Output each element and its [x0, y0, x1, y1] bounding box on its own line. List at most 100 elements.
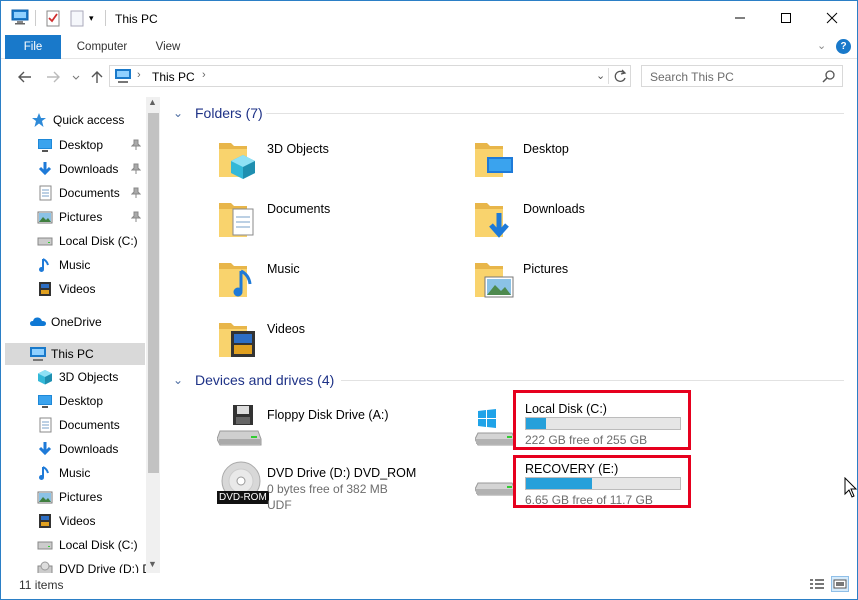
expand-ribbon-icon[interactable]: ⌄ [817, 39, 826, 52]
folder-tile-documents[interactable]: Documents [217, 197, 457, 253]
close-button[interactable] [809, 1, 855, 35]
drive-dvd-d[interactable]: DVD-ROM DVD Drive (D:) DVD_ROM 0 bytes f… [217, 461, 457, 517]
sidebar-item-label: Music [59, 466, 91, 480]
large-icons-view-icon[interactable] [831, 576, 849, 592]
sidebar-item-dvd-drive-d-d[interactable]: DVD Drive (D:) D [37, 558, 151, 573]
recent-locations-icon[interactable] [71, 69, 81, 85]
folder-tile-downloads[interactable]: Downloads [473, 197, 713, 253]
folder-tile-music[interactable]: Music [217, 257, 457, 313]
group-title: Folders (7) [195, 105, 263, 121]
dvd-rom-badge: DVD-ROM [217, 491, 269, 504]
minimize-button[interactable] [717, 1, 763, 35]
folder-documents-icon [217, 197, 261, 244]
explorer-window: ▾ This PC File Computer View ⌄ ? › This … [0, 0, 858, 600]
pin-icon[interactable] [130, 163, 142, 175]
breadcrumb-chevron-icon[interactable]: › [202, 69, 206, 81]
highlight-box [513, 390, 691, 450]
folder-tile-desktop[interactable]: Desktop [473, 137, 713, 193]
pin-icon[interactable] [130, 211, 142, 223]
folder-label: Documents [267, 202, 331, 216]
pin-icon[interactable] [130, 139, 142, 151]
folder-tile-pictures[interactable]: Pictures [473, 257, 713, 313]
sidebar-item-videos[interactable]: Videos [37, 510, 145, 532]
3d-objects-icon [37, 369, 53, 385]
music-icon [37, 257, 53, 273]
sidebar-item-quick-access[interactable]: Quick access [31, 109, 145, 131]
tab-view[interactable]: View [145, 35, 191, 59]
sidebar-item-3d-objects[interactable]: 3D Objects [37, 366, 145, 388]
sidebar-item-documents[interactable]: Documents [37, 414, 145, 436]
search-placeholder: Search This PC [650, 70, 734, 84]
sidebar-item-label: Local Disk (C:) [59, 234, 138, 248]
folder-tile-videos[interactable]: Videos [217, 317, 457, 373]
chevron-down-icon: ⌄ [173, 373, 184, 387]
sidebar-item-pictures[interactable]: Pictures [37, 206, 145, 228]
sidebar-item-onedrive[interactable]: OneDrive [29, 311, 145, 333]
help-icon[interactable]: ? [836, 39, 851, 54]
folder-3d-objects-icon [217, 137, 261, 184]
folder-label: Videos [267, 322, 305, 336]
sidebar-item-desktop[interactable]: Desktop [37, 134, 145, 156]
properties-icon[interactable] [45, 9, 63, 27]
search-icon[interactable] [822, 69, 836, 86]
folder-pictures-icon [473, 257, 517, 304]
scroll-down-icon[interactable]: ▼ [148, 559, 157, 569]
details-view-icon[interactable] [809, 577, 825, 594]
folder-label: Desktop [523, 142, 569, 156]
sidebar-item-local-disk-c[interactable]: Local Disk (C:) [37, 230, 145, 252]
chevron-down-icon: ⌄ [173, 106, 184, 120]
nav-scrollbar-thumb[interactable] [148, 113, 159, 473]
documents-icon [37, 185, 53, 201]
tab-file[interactable]: File [5, 35, 61, 59]
floppy-drive-icon [216, 403, 263, 450]
breadcrumb-this-pc[interactable]: This PC [152, 70, 195, 84]
sidebar-item-pictures[interactable]: Pictures [37, 486, 145, 508]
breadcrumb-chevron-icon[interactable]: › [137, 69, 141, 81]
sidebar-item-label: This PC [51, 347, 94, 361]
sidebar-item-label: Videos [59, 514, 96, 528]
folder-tile-3d-objects[interactable]: 3D Objects [217, 137, 457, 193]
sidebar-item-downloads[interactable]: Downloads [37, 158, 145, 180]
desktop-icon [37, 137, 53, 153]
sidebar-item-desktop[interactable]: Desktop [37, 390, 145, 412]
downloads-icon [37, 161, 53, 177]
new-folder-icon[interactable] [69, 9, 87, 27]
sidebar-item-label: Videos [59, 282, 96, 296]
address-bar[interactable]: › This PC › ⌄ [109, 65, 631, 87]
customize-qat-icon[interactable]: ▾ [89, 9, 99, 27]
pin-icon[interactable] [130, 187, 142, 199]
sidebar-item-music[interactable]: Music [37, 462, 145, 484]
drive-free-space: 0 bytes free of 382 MB [267, 482, 388, 496]
sidebar-item-label: OneDrive [51, 315, 102, 329]
sidebar-item-label: Pictures [59, 490, 103, 504]
star-icon [31, 112, 47, 128]
search-input[interactable]: Search This PC [641, 65, 843, 87]
content-pane: ⌄ Folders (7) 3D Objects Desktop Documents… [161, 97, 857, 573]
group-title: Devices and drives (4) [195, 372, 335, 388]
sidebar-item-videos[interactable]: Videos [37, 278, 145, 300]
up-arrow-icon[interactable] [89, 69, 105, 85]
sidebar-item-label: Desktop [59, 138, 104, 152]
music-icon [37, 465, 53, 481]
sidebar-item-local-disk-c[interactable]: Local Disk (C:) [37, 534, 145, 556]
mouse-cursor-icon [844, 476, 858, 502]
drive-floppy-a[interactable]: Floppy Disk Drive (A:) [216, 403, 457, 459]
maximize-button[interactable] [763, 1, 809, 35]
sidebar-item-documents[interactable]: Documents [37, 182, 145, 204]
sidebar-item-downloads[interactable]: Downloads [37, 438, 145, 460]
tab-computer[interactable]: Computer [69, 35, 135, 59]
back-arrow-icon[interactable] [17, 69, 33, 85]
address-dropdown-icon[interactable]: ⌄ [596, 69, 605, 82]
sidebar-item-this-pc[interactable]: This PC [5, 343, 145, 365]
window-title: This PC [115, 12, 158, 26]
sidebar-item-music[interactable]: Music [37, 254, 145, 276]
forward-arrow-icon[interactable] [45, 69, 61, 85]
scroll-up-icon[interactable]: ▲ [148, 97, 157, 107]
folders-group-header[interactable]: ⌄ Folders (7) [173, 103, 263, 123]
this-pc-icon[interactable] [11, 9, 29, 27]
devices-group-header[interactable]: ⌄ Devices and drives (4) [173, 370, 334, 390]
refresh-icon[interactable] [613, 68, 627, 87]
drive-icon [37, 233, 53, 249]
drive-icon [37, 537, 53, 553]
folder-music-icon [217, 257, 261, 304]
